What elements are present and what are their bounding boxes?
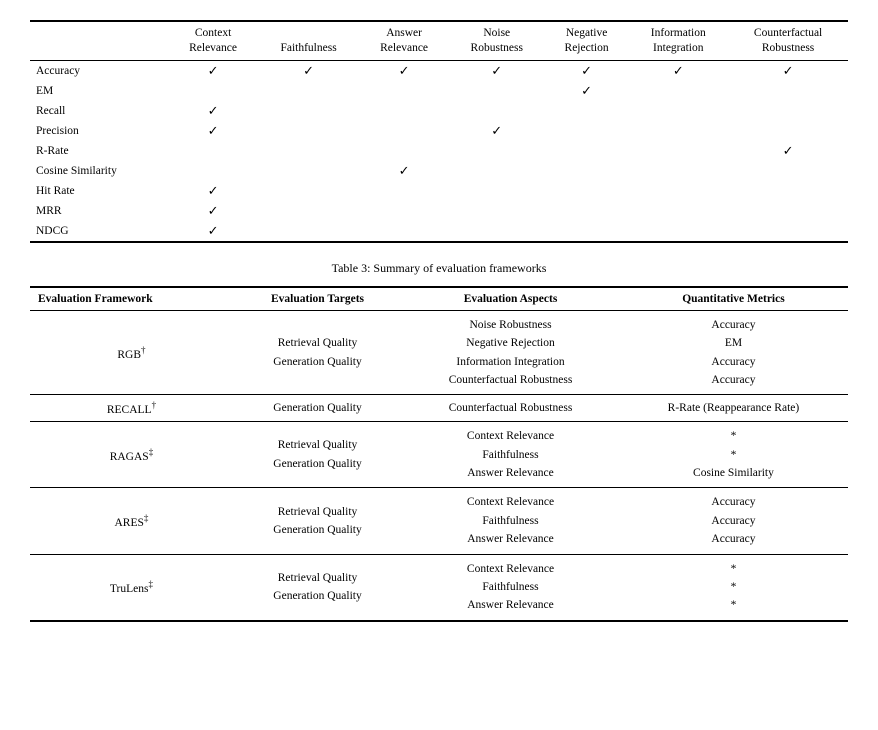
framework-name: RAGAS‡ <box>30 422 233 488</box>
evaluation-targets: Generation Quality <box>233 395 402 422</box>
check-context: ✓ <box>168 121 257 141</box>
answer-relevance-header: AnswerRelevance <box>359 21 448 60</box>
metric-label: Precision <box>30 121 168 141</box>
col-header-targets: Evaluation Targets <box>233 287 402 311</box>
evaluation-targets: Retrieval QualityGeneration Quality <box>233 488 402 554</box>
framework-name: ARES‡ <box>30 488 233 554</box>
check-answer: ✓ <box>359 161 448 181</box>
table-row: ARES‡ Retrieval QualityGeneration Qualit… <box>30 488 848 554</box>
quantitative-metrics: **Cosine Similarity <box>619 422 848 488</box>
evaluation-aspects: Context RelevanceFaithfulnessAnswer Rele… <box>402 488 619 554</box>
quantitative-metrics: R-Rate (Reappearance Rate) <box>619 395 848 422</box>
metric-label: Recall <box>30 101 168 121</box>
table-row: RAGAS‡ Retrieval QualityGeneration Quali… <box>30 422 848 488</box>
quantitative-metrics: AccuracyEMAccuracyAccuracy <box>619 310 848 395</box>
table-row: Accuracy ✓ ✓ ✓ ✓ ✓ ✓ ✓ <box>30 60 848 81</box>
check-counter: ✓ <box>728 60 848 81</box>
negative-rejection-header: NegativeRejection <box>545 21 629 60</box>
metric-label: MRR <box>30 201 168 221</box>
evaluation-aspects: Noise RobustnessNegative RejectionInform… <box>402 310 619 395</box>
metric-label: EM <box>30 81 168 101</box>
metric-label: NDCG <box>30 221 168 242</box>
check-neg: ✓ <box>545 60 629 81</box>
check-faith: ✓ <box>258 60 360 81</box>
check-info: ✓ <box>628 60 728 81</box>
metric-label: Hit Rate <box>30 181 168 201</box>
evaluation-aspects: Context RelevanceFaithfulnessAnswer Rele… <box>402 554 619 621</box>
noise-robustness-header: NoiseRobustness <box>449 21 545 60</box>
framework-name: RGB† <box>30 310 233 395</box>
check-context: ✓ <box>168 101 257 121</box>
col-header-aspects: Evaluation Aspects <box>402 287 619 311</box>
check-noise: ✓ <box>449 121 545 141</box>
table-row: Precision ✓ ✓ <box>30 121 848 141</box>
metric-col-header <box>30 21 168 60</box>
top-metrics-table: ContextRelevance Faithfulness AnswerRele… <box>30 20 848 243</box>
check-context: ✓ <box>168 221 257 242</box>
evaluation-targets: Retrieval QualityGeneration Quality <box>233 310 402 395</box>
table-row: EM ✓ <box>30 81 848 101</box>
check-answer: ✓ <box>359 60 448 81</box>
metric-label: Cosine Similarity <box>30 161 168 181</box>
col-header-metrics: Quantitative Metrics <box>619 287 848 311</box>
check-context: ✓ <box>168 181 257 201</box>
check-noise: ✓ <box>449 60 545 81</box>
table-row: Cosine Similarity ✓ <box>30 161 848 181</box>
bottom-frameworks-table: Evaluation Framework Evaluation Targets … <box>30 286 848 622</box>
evaluation-aspects: Context RelevanceFaithfulnessAnswer Rele… <box>402 422 619 488</box>
table-row: R-Rate ✓ <box>30 141 848 161</box>
check-context: ✓ <box>168 60 257 81</box>
evaluation-targets: Retrieval QualityGeneration Quality <box>233 554 402 621</box>
quantitative-metrics: *** <box>619 554 848 621</box>
check-neg: ✓ <box>545 81 629 101</box>
table-row: MRR ✓ <box>30 201 848 221</box>
metric-label: Accuracy <box>30 60 168 81</box>
check-context: ✓ <box>168 201 257 221</box>
table-caption: Table 3: Summary of evaluation framework… <box>30 261 848 276</box>
col-header-framework: Evaluation Framework <box>30 287 233 311</box>
information-integration-header: InformationIntegration <box>628 21 728 60</box>
framework-name: RECALL† <box>30 395 233 422</box>
context-relevance-header: ContextRelevance <box>168 21 257 60</box>
table-row: NDCG ✓ <box>30 221 848 242</box>
table-row: Recall ✓ <box>30 101 848 121</box>
table-row: RGB† Retrieval QualityGeneration Quality… <box>30 310 848 395</box>
evaluation-targets: Retrieval QualityGeneration Quality <box>233 422 402 488</box>
table-row: Hit Rate ✓ <box>30 181 848 201</box>
evaluation-aspects: Counterfactual Robustness <box>402 395 619 422</box>
bottom-table-header-row: Evaluation Framework Evaluation Targets … <box>30 287 848 311</box>
metric-label: R-Rate <box>30 141 168 161</box>
table-row: TruLens‡ Retrieval QualityGeneration Qua… <box>30 554 848 621</box>
table-row: RECALL† Generation Quality Counterfactua… <box>30 395 848 422</box>
quantitative-metrics: AccuracyAccuracyAccuracy <box>619 488 848 554</box>
faithfulness-header: Faithfulness <box>258 21 360 60</box>
framework-name: TruLens‡ <box>30 554 233 621</box>
check-counter: ✓ <box>728 141 848 161</box>
counterfactual-robustness-header: CounterfactualRobustness <box>728 21 848 60</box>
